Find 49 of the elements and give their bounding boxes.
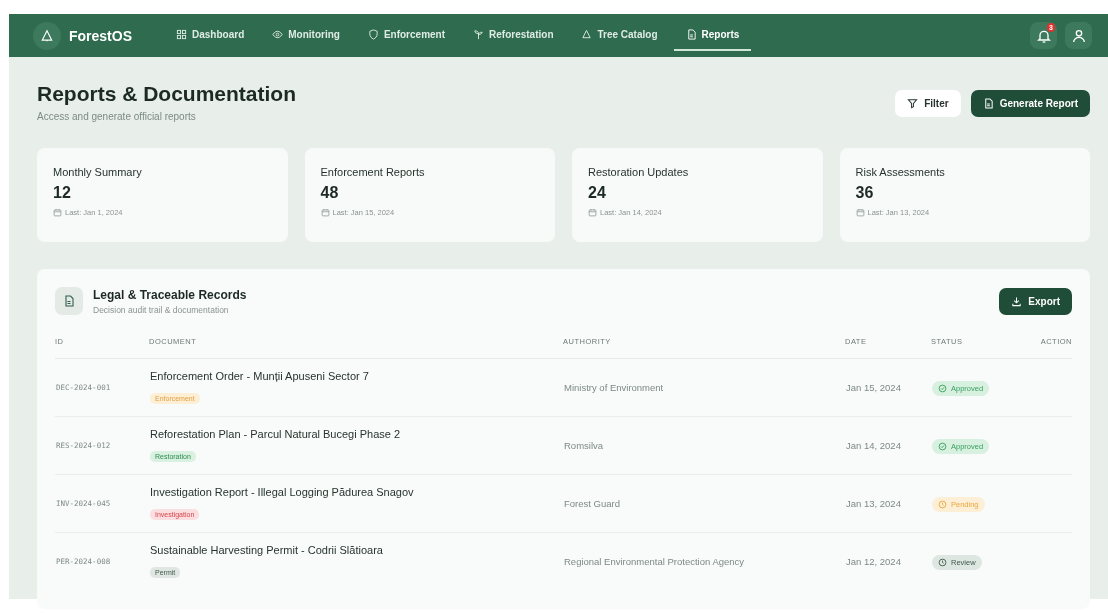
generate-report-button[interactable]: Generate Report bbox=[970, 90, 1090, 117]
stat-value: 48 bbox=[320, 184, 340, 202]
nav-tab[interactable]: Dashboard bbox=[164, 20, 257, 51]
filter-button[interactable]: Filter bbox=[895, 90, 961, 117]
user-icon bbox=[1070, 27, 1087, 44]
document-icon bbox=[982, 98, 994, 109]
panel-subtitle: Decision audit trail & documentation bbox=[93, 304, 230, 315]
stat-label: Restoration Updates bbox=[588, 166, 690, 178]
nav-tab[interactable]: Enforcement bbox=[355, 20, 458, 51]
eye-icon bbox=[272, 28, 284, 40]
document-title: Reforestation Plan - Parcul Natural Bucegi Phase 2 bbox=[150, 428, 402, 440]
stat-label: Monthly Summary bbox=[53, 166, 143, 178]
authority-name: Forest Guard bbox=[563, 474, 845, 533]
authority-name: Romsilva bbox=[563, 416, 845, 475]
nav-tab[interactable]: Tree Catalog bbox=[569, 20, 670, 51]
document-title: Investigation Report - Illegal Logging Pădurea Snagov bbox=[150, 486, 415, 498]
page-subtitle: Access and generate official reports bbox=[37, 111, 197, 122]
record-date: Jan 15, 2024 bbox=[845, 358, 931, 417]
nav-tab[interactable]: Reforestation bbox=[461, 20, 566, 51]
stat-value: 24 bbox=[588, 184, 607, 202]
document-icon bbox=[55, 287, 83, 315]
stat-label: Risk Assessments bbox=[855, 166, 946, 178]
export-button[interactable]: Export bbox=[999, 287, 1072, 315]
record-date: Jan 13, 2024 bbox=[845, 474, 931, 533]
download-icon bbox=[1011, 295, 1023, 307]
stat-value: 36 bbox=[855, 184, 875, 202]
authority-name: Regional Environmental Protection Agency bbox=[563, 532, 845, 591]
nav-tab[interactable]: Reports bbox=[673, 20, 752, 51]
calendar-icon bbox=[855, 208, 865, 217]
shield-icon bbox=[367, 28, 379, 40]
calendar-icon bbox=[53, 208, 62, 217]
document-icon bbox=[685, 28, 697, 40]
profile-button[interactable] bbox=[1065, 22, 1092, 49]
document-title: Enforcement Order - Munții Apuseni Sector 7 bbox=[150, 370, 370, 382]
sprout-icon bbox=[473, 28, 485, 40]
panel-title: Legal & Traceable Records bbox=[93, 287, 247, 302]
record-date: Jan 12, 2024 bbox=[845, 532, 931, 591]
filter-icon bbox=[907, 98, 919, 109]
grid-icon bbox=[176, 28, 187, 40]
stat-label: Enforcement Reports bbox=[320, 166, 426, 178]
record-date: Jan 14, 2024 bbox=[845, 416, 931, 475]
nav-tab[interactable]: Monitoring bbox=[260, 20, 352, 51]
page-title: Reports & Documentation bbox=[37, 82, 296, 106]
stat-value: 12 bbox=[53, 184, 72, 202]
calendar-icon bbox=[588, 208, 597, 217]
authority-name: Ministry of Environment bbox=[563, 358, 845, 417]
document-title: Sustainable Harvesting Permit - Codrii Slătioara bbox=[150, 544, 384, 557]
calendar-icon bbox=[320, 208, 330, 217]
app-name: ForestOS bbox=[69, 27, 132, 44]
